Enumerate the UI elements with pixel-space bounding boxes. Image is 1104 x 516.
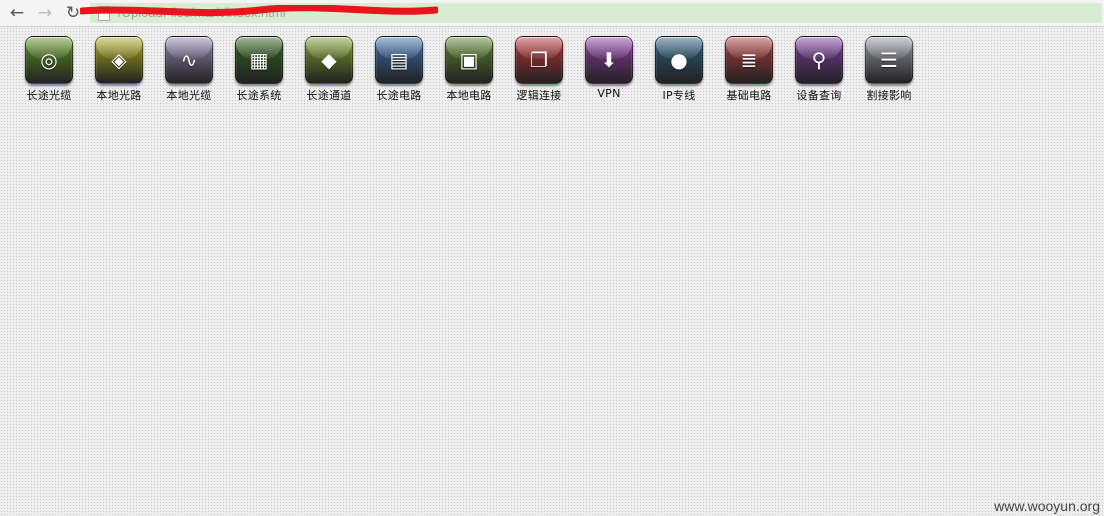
app-tile[interactable]: ▣ 本地电路 [434, 36, 504, 103]
app-label[interactable]: 本地光路 [96, 87, 141, 103]
icon-glyph: ● [670, 48, 688, 72]
app-label[interactable]: VPN [597, 87, 620, 100]
app-label[interactable]: 割接影响 [866, 87, 911, 103]
app-label[interactable]: 本地光缆 [166, 87, 211, 103]
watermark: www.wooyun.org [994, 498, 1100, 514]
app-tile[interactable]: ◎ 长途光缆 [14, 36, 84, 103]
browser-toolbar: ← → ↻ /UploadFiles/mark/index.html [0, 0, 1104, 27]
icon-glyph: ☰ [880, 48, 898, 72]
app-grid: ◎ 长途光缆 ◈ 本地光路 ∿ 本地光缆 ▦ 长途系统 ◆ 长途通道 ▤ 长途电路 ▣ 本地电路 ❐ 逻辑连接… [14, 36, 924, 103]
app-tile[interactable]: ◆ 长途通道 [294, 36, 364, 103]
report-sheet-icon[interactable]: ☰ [865, 36, 913, 84]
icon-glyph: ≣ [740, 48, 758, 72]
app-label[interactable]: 逻辑连接 [516, 87, 561, 103]
icon-glyph: ⚲ [811, 48, 827, 72]
app-label[interactable]: 本地电路 [446, 87, 491, 103]
app-label[interactable]: 长途光缆 [26, 87, 71, 103]
app-tile[interactable]: ☰ 割接影响 [854, 36, 924, 103]
app-label[interactable]: 设备查询 [796, 87, 841, 103]
vpn-download-icon[interactable]: ⬇ [585, 36, 633, 84]
local-fiber-icon[interactable]: ◈ [95, 36, 143, 84]
icon-glyph: ◆ [321, 48, 337, 72]
app-tile[interactable]: ⬇ VPN [574, 36, 644, 103]
icon-glyph: ❐ [530, 48, 548, 72]
app-tile[interactable]: ∿ 本地光缆 [154, 36, 224, 103]
icon-glyph: ◎ [40, 48, 58, 72]
icon-glyph: ∿ [180, 48, 198, 72]
back-arrow-icon[interactable]: ← [6, 2, 28, 24]
forward-arrow-icon[interactable]: → [34, 2, 56, 24]
app-label[interactable]: 基础电路 [726, 87, 771, 103]
app-label[interactable]: IP专线 [662, 87, 695, 103]
icon-glyph: ▣ [459, 48, 479, 72]
app-tile[interactable]: ≣ 基础电路 [714, 36, 784, 103]
app-label[interactable]: 长途系统 [236, 87, 281, 103]
app-tile[interactable]: ❐ 逻辑连接 [504, 36, 574, 103]
ip-orb-icon[interactable]: ● [655, 36, 703, 84]
icon-glyph: ◈ [111, 48, 127, 72]
app-tile[interactable]: ◈ 本地光路 [84, 36, 154, 103]
device-search-icon[interactable]: ⚲ [795, 36, 843, 84]
app-tile[interactable]: ▤ 长途电路 [364, 36, 434, 103]
books-icon[interactable]: ≣ [725, 36, 773, 84]
package-icon[interactable]: ▣ [445, 36, 493, 84]
icon-glyph: ▤ [389, 48, 409, 72]
app-label[interactable]: 长途通道 [306, 87, 351, 103]
window-link-icon[interactable]: ❐ [515, 36, 563, 84]
calculator-icon[interactable]: ▦ [235, 36, 283, 84]
app-tile[interactable]: ▦ 长途系统 [224, 36, 294, 103]
app-tile[interactable]: ● IP专线 [644, 36, 714, 103]
fiber-globe-icon[interactable]: ◎ [25, 36, 73, 84]
app-label[interactable]: 长途电路 [376, 87, 421, 103]
app-tile[interactable]: ⚲ 设备查询 [784, 36, 854, 103]
icon-glyph: ▦ [249, 48, 269, 72]
document-id-icon[interactable]: ▤ [375, 36, 423, 84]
waveform-icon[interactable]: ∿ [165, 36, 213, 84]
icon-glyph: ⬇ [600, 48, 618, 72]
channel-blocks-icon[interactable]: ◆ [305, 36, 353, 84]
redaction-mark [80, 5, 438, 17]
